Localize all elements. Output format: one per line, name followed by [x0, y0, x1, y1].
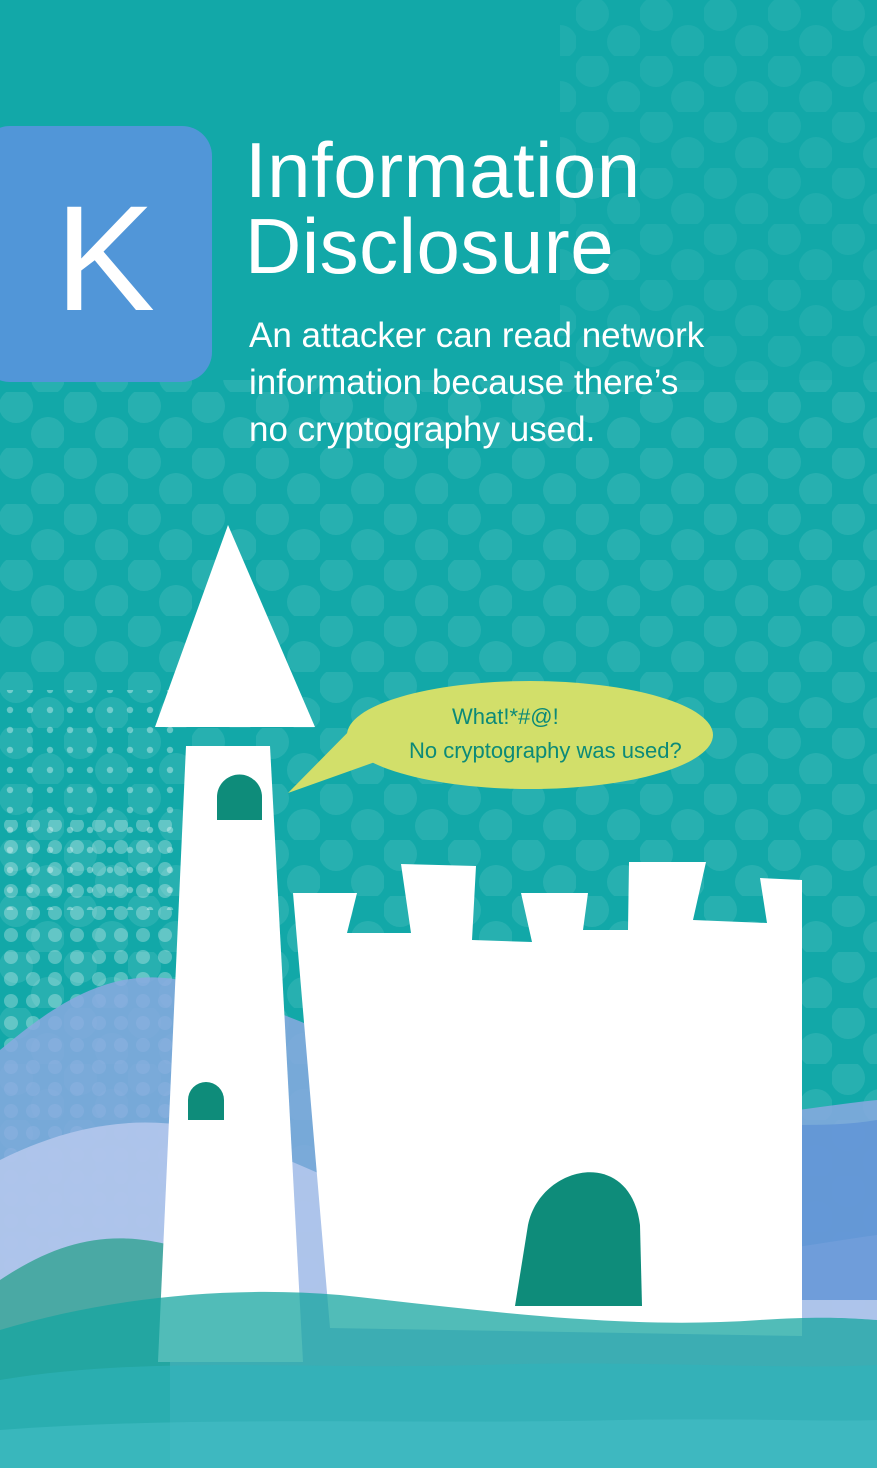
card-description-line-1: An attacker can read network [249, 316, 705, 355]
card-description-line-2: information because there’s [249, 363, 679, 402]
card-title-line-1: Information [245, 126, 641, 214]
speech-line-1: What!*#@! [452, 704, 559, 729]
card-description-line-3: no cryptography used. [249, 410, 596, 449]
threat-card: K Information Disclosure An attacker can… [0, 0, 877, 1468]
card-title: Information Disclosure [245, 126, 641, 290]
card-letter-badge: K [0, 126, 212, 382]
water-edge [0, 1419, 877, 1468]
card-description: An attacker can read network information… [249, 312, 809, 453]
tower-window-upper [217, 774, 262, 820]
card-letter: K [54, 174, 156, 342]
card-title-line-2: Disclosure [245, 202, 615, 290]
tower-window-lower [188, 1082, 224, 1120]
speech-line-2: No cryptography was used? [409, 738, 682, 763]
